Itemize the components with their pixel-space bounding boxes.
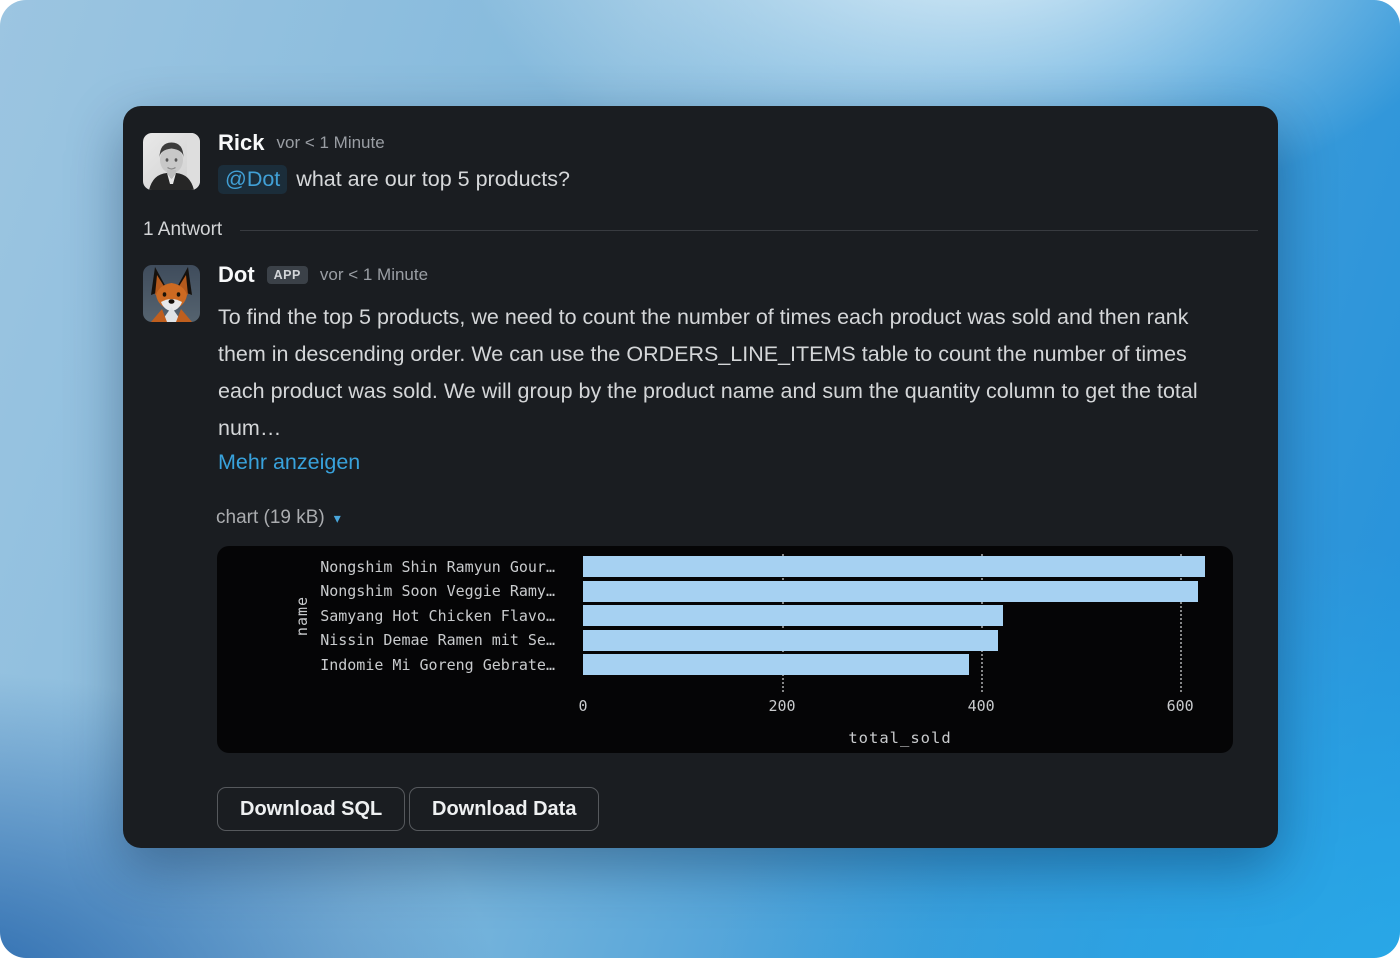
rick-avatar[interactable] — [143, 133, 200, 190]
bar — [583, 556, 1205, 577]
rick-portrait-image — [143, 133, 200, 190]
bar — [583, 605, 1003, 626]
plot-area — [583, 556, 1217, 675]
root-message-text: @Dot what are our top 5 products? — [218, 165, 570, 194]
download-sql-button[interactable]: Download SQL — [217, 787, 405, 831]
thread-divider-line — [240, 230, 1258, 231]
category-label: Indomie Mi Goreng Gebrate… — [320, 654, 555, 675]
thread-reply-row: 1 Antwort — [143, 219, 1258, 241]
dot-author-name[interactable]: Dot — [218, 262, 255, 288]
chart-x-ticks: 0200400600 — [583, 697, 1217, 717]
reply-timestamp: vor < 1 Minute — [320, 265, 428, 285]
root-message-header: Rick vor < 1 Minute — [218, 130, 385, 156]
bar — [583, 581, 1198, 602]
reply-count-link[interactable]: 1 Antwort — [143, 219, 222, 241]
attachment-name: chart (19 kB) — [216, 507, 325, 529]
x-tick-label: 600 — [1167, 697, 1194, 715]
attachment-header[interactable]: chart (19 kB) ▾ — [216, 507, 341, 529]
x-tick-label: 200 — [769, 697, 796, 715]
slack-thread-card: Rick vor < 1 Minute @Dot what are our to… — [123, 106, 1278, 848]
root-message-timestamp: vor < 1 Minute — [276, 133, 384, 153]
bar — [583, 654, 969, 675]
category-label: Nongshim Soon Veggie Ramy… — [320, 581, 555, 602]
reply-message-text: To find the top 5 products, we need to c… — [218, 299, 1230, 447]
dot-mention[interactable]: @Dot — [218, 165, 287, 194]
app-badge: APP — [267, 266, 308, 285]
chart-attachment[interactable]: name Nongshim Shin Ramyun Gour… Nongshim … — [217, 546, 1233, 753]
x-tick-label: 0 — [578, 697, 587, 715]
root-message-body: what are our top 5 products? — [296, 167, 570, 192]
x-tick-label: 400 — [968, 697, 995, 715]
chevron-down-icon[interactable]: ▾ — [334, 510, 341, 527]
chart-x-axis-label: total_sold — [583, 729, 1217, 747]
dot-avatar[interactable] — [143, 265, 200, 322]
reply-header: Dot APP vor < 1 Minute — [218, 262, 428, 288]
chart-y-axis-label: name — [293, 596, 311, 636]
bar — [583, 630, 998, 651]
rick-author-name[interactable]: Rick — [218, 130, 264, 156]
show-more-link[interactable]: Mehr anzeigen — [218, 450, 360, 475]
category-label: Nissin Demae Ramen mit Se… — [320, 630, 555, 651]
download-data-button[interactable]: Download Data — [409, 787, 599, 831]
category-label: Nongshim Shin Ramyun Gour… — [320, 556, 555, 577]
category-label: Samyang Hot Chicken Flavo… — [320, 605, 555, 626]
fox-image — [143, 265, 200, 322]
